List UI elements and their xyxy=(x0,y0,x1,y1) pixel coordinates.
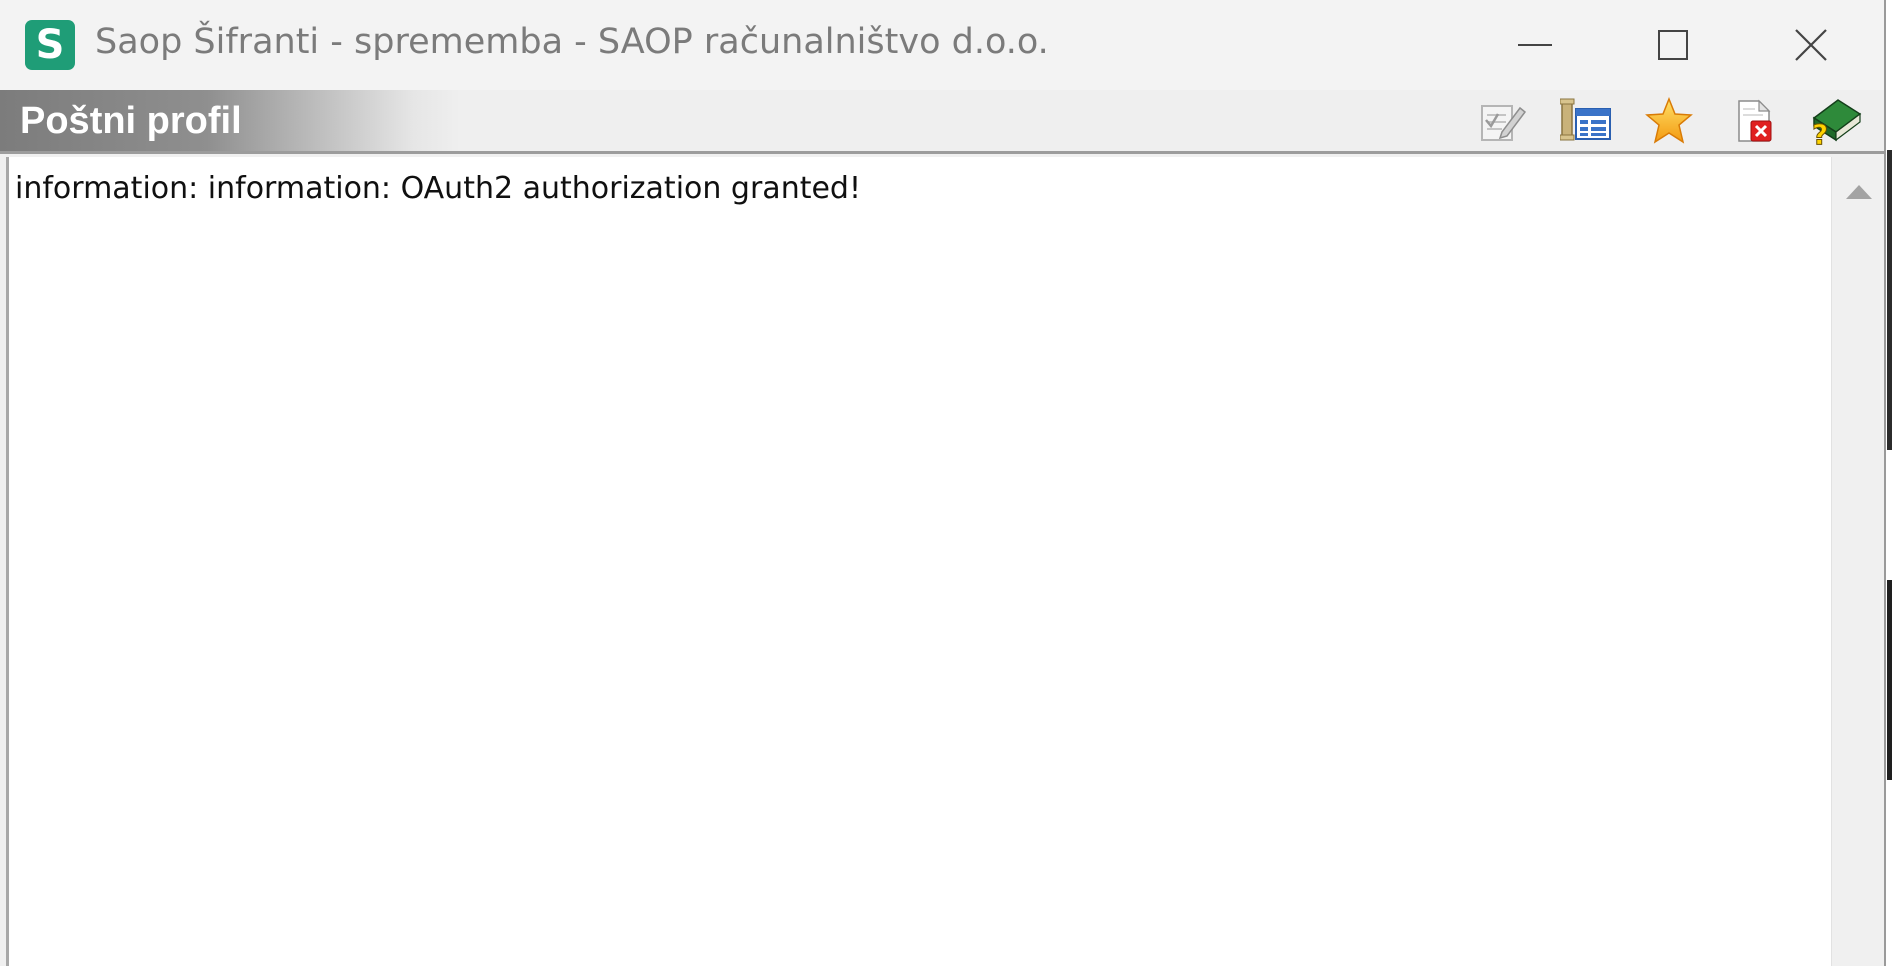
close-button[interactable] xyxy=(1746,0,1876,90)
scroll-up-arrow-icon xyxy=(1846,185,1872,199)
app-logo-icon: S xyxy=(25,20,75,70)
log-message: information: information: OAuth2 authori… xyxy=(15,171,861,206)
form-header: Poštni profil ? xyxy=(0,90,1884,154)
minimize-icon xyxy=(1518,44,1552,46)
delete-document-icon xyxy=(1738,99,1772,142)
favorite-button[interactable] xyxy=(1640,94,1698,148)
edit-icon xyxy=(1481,105,1527,141)
scroll-up-button[interactable] xyxy=(1832,177,1884,207)
background-edge-mark xyxy=(1887,150,1892,450)
maximize-button[interactable] xyxy=(1608,0,1738,90)
window-title: Saop Šifranti - sprememba - SAOP računal… xyxy=(95,22,1049,62)
edit-button[interactable] xyxy=(1474,94,1532,148)
background-window-edge xyxy=(1886,0,1892,966)
vertical-scrollbar[interactable] xyxy=(1831,157,1884,966)
form-title: Poštni profil xyxy=(20,100,242,142)
app-logo-letter: S xyxy=(35,22,65,68)
background-edge-mark xyxy=(1887,580,1892,780)
favorite-star-icon xyxy=(1645,97,1693,144)
columns-button[interactable] xyxy=(1558,94,1616,148)
minimize-button[interactable] xyxy=(1470,0,1600,90)
help-book-icon: ? xyxy=(1812,99,1862,146)
columns-icon xyxy=(1560,98,1611,141)
maximize-icon xyxy=(1658,30,1688,60)
help-button[interactable]: ? xyxy=(1806,94,1864,148)
svg-text:?: ? xyxy=(1812,118,1828,146)
app-window: S Saop Šifranti - sprememba - SAOP račun… xyxy=(0,0,1886,966)
log-panel[interactable]: information: information: OAuth2 authori… xyxy=(6,157,1884,966)
title-bar[interactable]: S Saop Šifranti - sprememba - SAOP račun… xyxy=(0,0,1884,90)
delete-button[interactable] xyxy=(1725,94,1783,148)
close-icon xyxy=(1795,29,1827,61)
